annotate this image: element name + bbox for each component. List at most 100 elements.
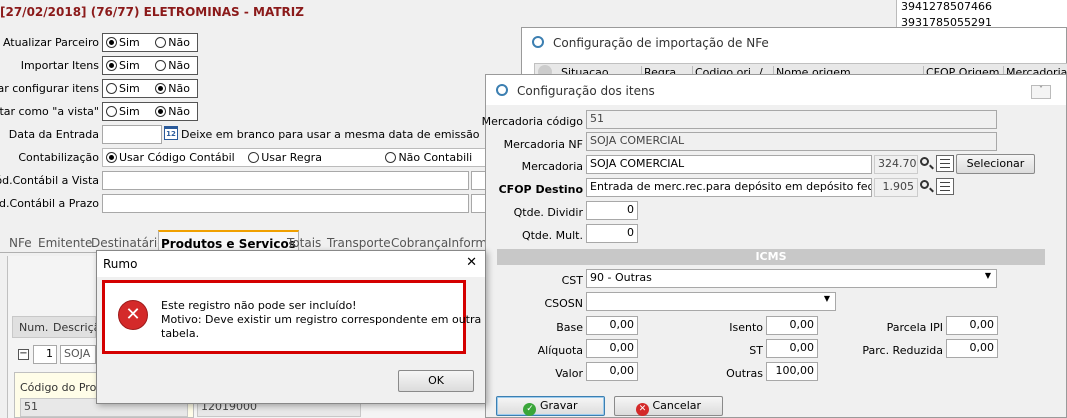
importar-a-vista-radio[interactable]: Sim Não (102, 102, 198, 121)
isento-field[interactable]: 0,00 (766, 316, 818, 335)
grid-row-num[interactable]: 1 (33, 345, 57, 364)
radio-sim-label: Sim (119, 82, 140, 95)
radio-nao-label: Não (168, 36, 190, 49)
collapse-window-button[interactable]: ˇ (1031, 85, 1051, 99)
st-field[interactable]: 0,00 (766, 339, 818, 358)
selecionar-button[interactable]: Selecionar (956, 154, 1035, 174)
base-field[interactable]: 0,00 (586, 316, 638, 335)
radio-sim-label: Sim (119, 105, 140, 118)
error-dialog: Rumo ✕ ✕ Este registro não pode ser incl… (96, 250, 486, 404)
error-line1: Este registro não pode ser incluído! (161, 299, 357, 312)
radio-codigo-contabil-label: Usar Código Contábil (119, 151, 235, 164)
radio-nao-contabilizar-label: Não Contabili (398, 151, 473, 164)
valor-field[interactable]: 0,00 (586, 362, 638, 381)
cancelar-button[interactable]: ✕ Cancelar (614, 396, 723, 416)
list-icon[interactable] (936, 178, 954, 195)
valor-label: Valor (555, 367, 583, 380)
atualizar-parceiro-label: Atualizar Parceiro (2, 36, 99, 49)
forcar-configurar-label: orçar configurar itens (0, 82, 99, 95)
radio-sim-label: Sim (119, 36, 140, 49)
importar-itens-radio[interactable]: Sim Não (102, 56, 198, 75)
mercadoria-codigo-label: Mercadoria código (481, 115, 583, 128)
radio-nao[interactable] (155, 106, 167, 117)
chevron-down-icon: ▼ (984, 271, 991, 280)
app-icon (532, 36, 544, 48)
mercadoria-codigo-field: 51 (586, 110, 997, 129)
csosn-label: CSOSN (544, 297, 583, 310)
st-label: ST (749, 344, 763, 357)
collapse-icon[interactable]: − (18, 349, 29, 360)
radio-usar-regra[interactable] (248, 152, 260, 163)
data-entrada-input[interactable] (102, 125, 162, 144)
base-label: Base (556, 321, 583, 334)
error-message-box: ✕ Este registro não pode ser incluído! M… (102, 280, 481, 354)
tab-emitente[interactable]: Emitente (36, 233, 94, 253)
radio-sim[interactable] (106, 37, 117, 48)
qtde-dividir-field[interactable]: 0 (586, 201, 638, 220)
parc-reduzida-label: Parc. Reduzida (862, 344, 943, 357)
parc-reduzida-field[interactable]: 0,00 (946, 339, 998, 358)
radio-nao-label: Não (168, 105, 190, 118)
radio-sim[interactable] (106, 60, 117, 71)
radio-nao[interactable] (155, 60, 167, 71)
contabilizacao-label: Contabilização (18, 151, 99, 164)
app-icon (496, 84, 508, 96)
parcela-ipi-field[interactable]: 0,00 (946, 316, 998, 335)
main-header: [27/02/2018] (76/77) ELETROMINAS - MATRI… (0, 5, 304, 19)
import-config-titlebar[interactable]: Configuração de importação de NFe (522, 28, 1066, 56)
mercadoria-field[interactable]: SOJA COMERCIAL (586, 155, 872, 174)
grid-header: Num. Descriçã (12, 316, 100, 338)
contabilizacao-radio[interactable]: Usar Código Contábil Usar Regra Não Cont… (102, 148, 487, 167)
list-icon[interactable] (936, 155, 954, 172)
mercadoria-nf-field: SOJA COMERCIAL (586, 132, 997, 151)
error-line3: tabela. (161, 327, 200, 340)
cod-vista-input[interactable] (102, 171, 469, 190)
atualizar-parceiro-radio[interactable]: Sim Não (102, 33, 198, 52)
data-entrada-label: Data da Entrada (8, 128, 99, 141)
qtde-dividir-label: Qtde. Dividir (513, 206, 583, 219)
qtde-mult-label: Qtde. Mult. (521, 229, 583, 242)
radio-nao-label: Não (168, 82, 190, 95)
close-icon[interactable]: ✕ (466, 255, 477, 270)
cfop-destino-label: CFOP Destino (498, 183, 583, 196)
importar-a-vista-label: nportar como "a vista" (0, 105, 99, 118)
items-config-titlebar[interactable]: Configuração dos itens ˇ (486, 75, 1066, 105)
data-entrada-hint: Deixe em branco para usar a mesma data d… (181, 128, 480, 141)
radio-nao-label: Não (168, 59, 190, 72)
radio-nao[interactable] (155, 37, 167, 48)
forcar-configurar-radio[interactable]: Sim Não (102, 79, 198, 98)
error-dialog-title: Rumo (103, 257, 138, 271)
gravar-button[interactable]: ✓ Gravar (496, 396, 605, 416)
import-config-title: Configuração de importação de NFe (553, 36, 769, 50)
parcela-ipi-label: Parcela IPI (886, 321, 943, 334)
cst-select[interactable]: 90 - Outras ▼ (586, 269, 997, 288)
qtde-mult-field[interactable]: 0 (586, 224, 638, 243)
grid-row-desc[interactable]: SOJA (60, 345, 96, 364)
chevron-down-icon: ▼ (823, 294, 830, 303)
search-icon[interactable] (919, 156, 935, 172)
check-icon: ✓ (523, 403, 537, 416)
ok-button[interactable]: OK (398, 370, 474, 392)
mercadoria-label: Mercadoria (521, 160, 583, 173)
gravar-label: Gravar (539, 399, 578, 412)
grid-col-num: Num. (19, 321, 49, 334)
tab-nfe[interactable]: NFe (7, 233, 34, 253)
cod-prazo-input[interactable] (102, 194, 469, 213)
outras-field[interactable]: 100,00 (766, 362, 818, 381)
radio-sim[interactable] (106, 83, 117, 94)
bg-right-list: 3941278507466 3931785055291 (896, 0, 1067, 29)
radio-sim[interactable] (106, 106, 117, 117)
radio-nao[interactable] (155, 83, 167, 94)
search-icon[interactable] (919, 179, 935, 195)
cfop-destino-field[interactable]: Entrada de merc.rec.para depósito em dep… (586, 178, 872, 197)
radio-nao-contabilizar[interactable] (385, 152, 397, 163)
csosn-select[interactable]: ▼ (586, 292, 836, 311)
cod-prazo-label: Cód.Contábil a Prazo (0, 197, 99, 210)
bg-list-item: 3941278507466 (901, 0, 992, 13)
radio-codigo-contabil[interactable] (106, 152, 117, 163)
aliquota-field[interactable]: 0,00 (586, 339, 638, 358)
error-dialog-titlebar[interactable]: Rumo ✕ (97, 251, 485, 277)
cod-prod-label: Código do Prod (20, 381, 104, 394)
grid-col-descricao: Descriçã (53, 321, 101, 334)
calendar-icon[interactable]: 12 (164, 126, 178, 140)
